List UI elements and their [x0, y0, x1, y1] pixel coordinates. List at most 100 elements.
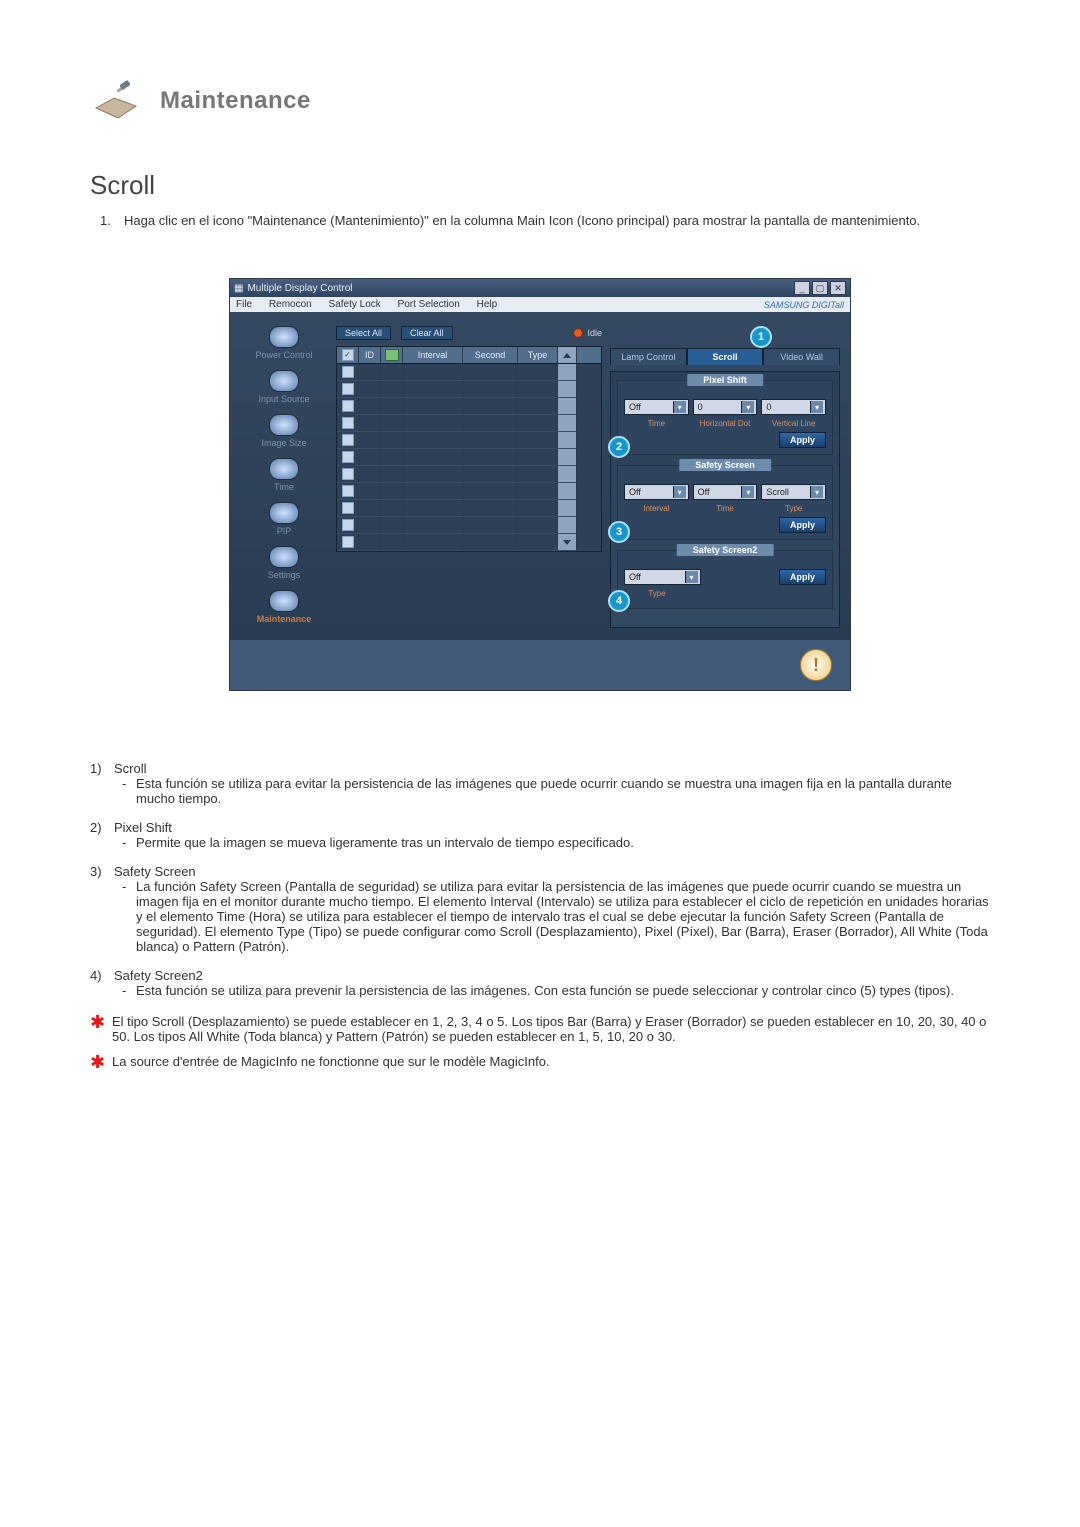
def-body: Esta función se utiliza para prevenir la…: [136, 983, 954, 998]
callout-4: 4: [608, 590, 630, 612]
row-checkbox[interactable]: [342, 400, 354, 412]
sidebar-item-settings[interactable]: Settings: [268, 544, 301, 582]
table-row[interactable]: [337, 415, 601, 432]
row-checkbox[interactable]: [342, 468, 354, 480]
group-safety-screen: Safety Screen Off▾ Off▾ Scroll▾ Interval…: [617, 465, 833, 540]
def-num: 1): [90, 761, 108, 776]
pip-icon: [269, 502, 299, 524]
table-row[interactable]: [337, 500, 601, 517]
menu-file[interactable]: File: [236, 299, 252, 310]
minimize-button[interactable]: _: [794, 281, 810, 295]
safety-screen-type-select[interactable]: Scroll▾: [761, 484, 826, 500]
note-text: La source d'entrée de MagicInfo ne fonct…: [112, 1054, 550, 1070]
maintenance-icon: [90, 80, 142, 122]
table-row[interactable]: [337, 398, 601, 415]
tab-scroll[interactable]: Scroll: [687, 348, 764, 365]
group-safety-screen2: Safety Screen2 Off▾ Apply Type 4: [617, 550, 833, 609]
table-row[interactable]: [337, 432, 601, 449]
group-pixel-shift: Pixel Shift Off▾ 0▾ 0▾ Time Horizontal D…: [617, 380, 833, 455]
safety-screen2-apply-button[interactable]: Apply: [779, 569, 826, 585]
row-checkbox[interactable]: [342, 451, 354, 463]
sidebar-label: Power Control: [255, 350, 312, 360]
page-title: Maintenance: [160, 87, 311, 115]
sidebar-item-maintenance[interactable]: Maintenance: [257, 588, 312, 626]
def-name: Safety Screen2: [114, 968, 203, 983]
sidebar-item-pip[interactable]: PIP: [269, 500, 299, 538]
table-row[interactable]: [337, 534, 601, 551]
header-checkbox[interactable]: [342, 349, 354, 361]
sub-label: Vertical Line: [761, 419, 826, 428]
pixel-shift-vline-select[interactable]: 0▾: [761, 399, 826, 415]
def-body: Esta función se utiliza para evitar la p…: [136, 776, 990, 806]
window-title: Multiple Display Control: [247, 283, 352, 294]
clear-all-button[interactable]: Clear All: [401, 326, 453, 340]
tab-video-wall[interactable]: Video Wall: [763, 348, 840, 365]
row-checkbox[interactable]: [342, 536, 354, 548]
row-checkbox[interactable]: [342, 485, 354, 497]
safety-screen-time-select[interactable]: Off▾: [693, 484, 758, 500]
safety-screen-apply-button[interactable]: Apply: [779, 517, 826, 533]
sidebar-label: Settings: [268, 570, 301, 580]
row-checkbox[interactable]: [342, 383, 354, 395]
sidebar-item-input-source[interactable]: Input Source: [258, 368, 309, 406]
table-row[interactable]: [337, 364, 601, 381]
maximize-button[interactable]: ▢: [812, 281, 828, 295]
table-row[interactable]: [337, 449, 601, 466]
select-all-button[interactable]: Select All: [336, 326, 391, 340]
sub-label: Time: [693, 504, 758, 513]
menu-help[interactable]: Help: [477, 299, 498, 310]
chevron-down-icon: ▾: [673, 486, 686, 498]
dash: -: [122, 835, 130, 850]
sidebar-label: Input Source: [258, 394, 309, 404]
note-text: El tipo Scroll (Desplazamiento) se puede…: [112, 1014, 990, 1044]
chevron-down-icon: ▾: [741, 401, 754, 413]
table-row[interactable]: [337, 466, 601, 483]
pixel-shift-apply-button[interactable]: Apply: [779, 432, 826, 448]
def-num: 2): [90, 820, 108, 835]
dash: -: [122, 776, 130, 806]
brand-label: SAMSUNG DIGITall: [764, 300, 844, 310]
row-checkbox[interactable]: [342, 502, 354, 514]
table-row[interactable]: [337, 517, 601, 534]
def-name: Safety Screen: [114, 864, 196, 879]
menu-remocon[interactable]: Remocon: [269, 299, 312, 310]
scroll-down-icon[interactable]: [563, 540, 571, 545]
sidebar-item-image-size[interactable]: Image Size: [261, 412, 306, 450]
row-checkbox[interactable]: [342, 434, 354, 446]
sub-label: Horizontal Dot: [693, 419, 758, 428]
group-title: Safety Screen: [679, 459, 771, 471]
sidebar-item-time[interactable]: Time: [269, 456, 299, 494]
section-heading: Scroll: [90, 170, 990, 201]
star-icon: ✱: [90, 1054, 106, 1070]
pixel-shift-time-select[interactable]: Off▾: [624, 399, 689, 415]
menu-port-selection[interactable]: Port Selection: [398, 299, 460, 310]
pixel-shift-hdot-select[interactable]: 0▾: [693, 399, 758, 415]
safety-screen-interval-select[interactable]: Off▾: [624, 484, 689, 500]
maintenance-icon: [269, 590, 299, 612]
def-body: Permite que la imagen se mueva ligeramen…: [136, 835, 634, 850]
sub-label: Type: [624, 589, 690, 598]
sidebar-item-power-control[interactable]: Power Control: [255, 324, 312, 362]
dash: -: [122, 983, 130, 998]
row-checkbox[interactable]: [342, 417, 354, 429]
sidebar-label: Maintenance: [257, 614, 312, 624]
tab-lamp-control[interactable]: Lamp Control: [610, 348, 687, 365]
scroll-up-icon[interactable]: [563, 353, 571, 358]
group-title: Safety Screen2: [677, 544, 774, 556]
col-type: Type: [518, 347, 558, 363]
group-title: Pixel Shift: [687, 374, 763, 386]
row-checkbox[interactable]: [342, 366, 354, 378]
intro-text: Haga clic en el icono "Maintenance (Mant…: [124, 213, 920, 228]
def-num: 4): [90, 968, 108, 983]
safety-screen2-type-select[interactable]: Off▾: [624, 569, 701, 585]
table-row[interactable]: [337, 483, 601, 500]
close-button[interactable]: ✕: [830, 281, 846, 295]
row-checkbox[interactable]: [342, 519, 354, 531]
callout-2: 2: [608, 436, 630, 458]
display-table: ID Interval Second Type: [336, 346, 602, 552]
table-row[interactable]: [337, 381, 601, 398]
callout-3: 3: [608, 521, 630, 543]
info-bar: !: [230, 640, 850, 690]
menu-safety-lock[interactable]: Safety Lock: [329, 299, 381, 310]
star-icon: ✱: [90, 1014, 106, 1044]
